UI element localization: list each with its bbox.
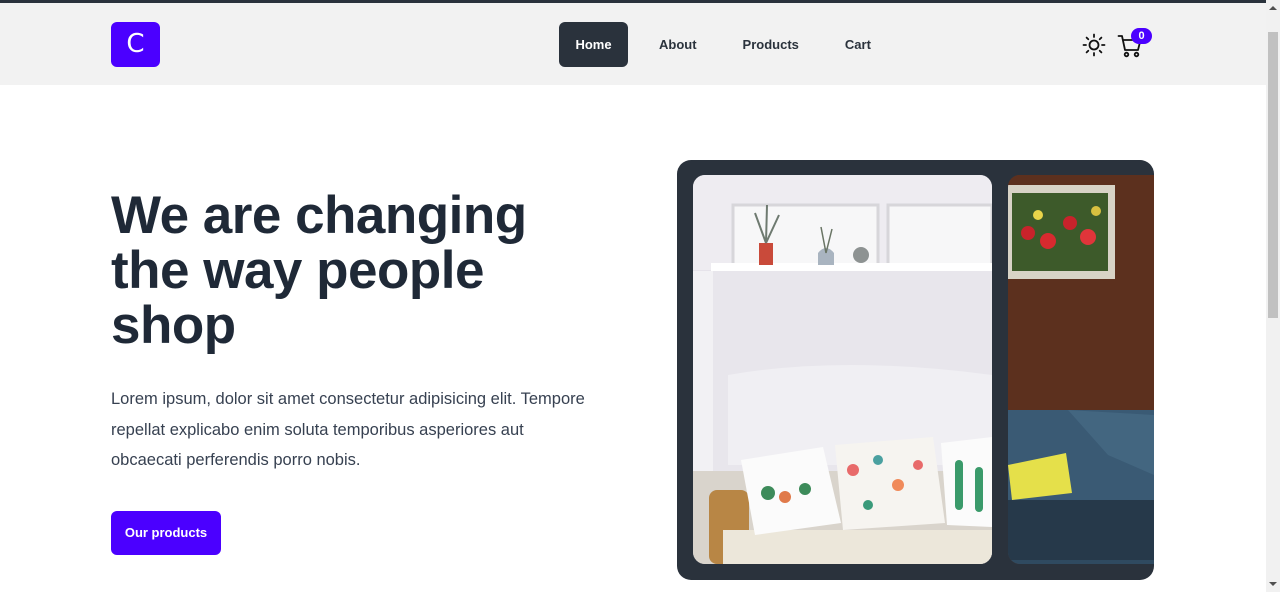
scroll-up-arrow-icon[interactable]	[1266, 0, 1280, 16]
nav-link-home[interactable]: Home	[559, 22, 628, 67]
nav-link-about[interactable]: About	[643, 22, 713, 67]
main-nav: Home About Products Cart	[559, 22, 887, 67]
sofa-image	[1008, 175, 1154, 564]
scrollbar[interactable]	[1266, 0, 1280, 592]
cart-count-badge: 0	[1131, 28, 1152, 44]
navbar: C Home About Products Cart 0	[0, 3, 1266, 85]
nav-link-cart[interactable]: Cart	[829, 22, 887, 67]
image-carousel[interactable]	[677, 160, 1154, 580]
hero-description: Lorem ipsum, dolor sit amet consectetur …	[111, 390, 585, 469]
nav-link-products[interactable]: Products	[727, 22, 815, 67]
our-products-button[interactable]: Our products	[111, 511, 221, 555]
scroll-thumb[interactable]	[1268, 32, 1278, 318]
sun-icon[interactable]	[1082, 33, 1106, 57]
hero-title: We are changing the way people shop	[111, 186, 527, 355]
scroll-down-arrow-icon[interactable]	[1266, 576, 1280, 592]
logo[interactable]: C	[111, 22, 160, 67]
living-room-image	[693, 175, 992, 564]
